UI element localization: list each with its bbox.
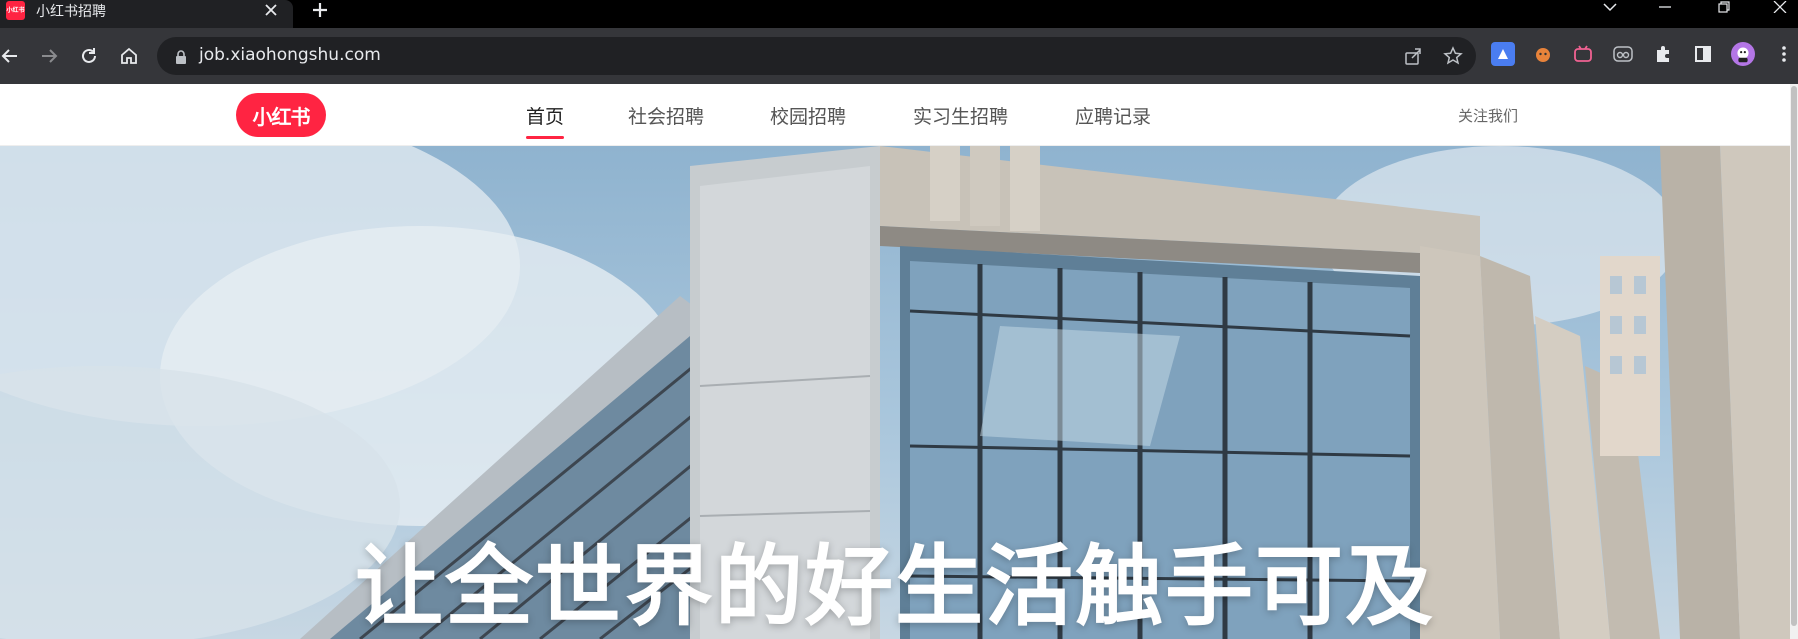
nav-item-label: 首页: [526, 106, 565, 128]
avatar[interactable]: [1731, 42, 1755, 66]
glasses-ext-icon[interactable]: [1611, 42, 1635, 66]
nav-item-application-records[interactable]: 应聘记录: [1075, 102, 1151, 129]
reload-icon[interactable]: [77, 44, 101, 68]
url-text[interactable]: job.xiaohongshu.com: [199, 45, 381, 65]
tab-strip: 小红书 小红书招聘: [0, 0, 1798, 28]
nav-item-campus-recruitment[interactable]: 校园招聘: [770, 102, 846, 129]
bilibili-ext-icon[interactable]: [1571, 42, 1595, 66]
minimize-icon[interactable]: [1651, 0, 1679, 14]
browser-toolbar: job.xiaohongshu.com: [0, 28, 1798, 84]
site-header: 小红书 首页 社会招聘 校园招聘 实习生招聘 应聘记录 关注我们: [0, 84, 1790, 146]
address-bar[interactable]: job.xiaohongshu.com: [157, 37, 1476, 75]
tab-title: 小红书招聘: [36, 4, 106, 20]
tab-close-icon[interactable]: [261, 0, 281, 20]
browser-tab[interactable]: 小红书 小红书招聘: [0, 0, 293, 28]
close-icon[interactable]: [1766, 0, 1794, 14]
hero-title: 让全世界的好生活触手可及: [354, 535, 1435, 638]
back-icon[interactable]: [0, 44, 22, 68]
new-tab-icon[interactable]: [308, 0, 332, 20]
nav-item-intern-recruitment[interactable]: 实习生招聘: [913, 102, 1008, 129]
page-scrollbar[interactable]: [1790, 84, 1798, 639]
share-icon[interactable]: [1402, 45, 1424, 67]
bookmark-star-icon[interactable]: [1442, 45, 1464, 67]
restore-icon[interactable]: [1710, 0, 1738, 14]
fox-ext-icon[interactable]: [1531, 42, 1555, 66]
hero-banner: 让全世界的好生活触手可及: [0, 146, 1790, 639]
scrollbar-thumb[interactable]: [1791, 86, 1797, 626]
chevron-down-icon[interactable]: [1596, 0, 1624, 14]
lock-icon[interactable]: [174, 49, 188, 64]
follow-us-link[interactable]: 关注我们: [1458, 105, 1518, 126]
favicon-icon: 小红书: [6, 1, 25, 20]
kebab-menu-icon[interactable]: [1772, 42, 1796, 66]
puzzle-icon[interactable]: [1651, 42, 1675, 66]
nav-item-social-recruitment[interactable]: 社会招聘: [628, 102, 704, 129]
site-logo[interactable]: 小红书: [236, 93, 326, 137]
forward-icon[interactable]: [37, 44, 61, 68]
nav-item-home[interactable]: 首页: [526, 102, 565, 139]
active-nav-indicator: [526, 136, 565, 139]
blue-ext-icon[interactable]: [1491, 42, 1515, 66]
home-icon[interactable]: [117, 44, 141, 68]
sidebar-icon[interactable]: [1691, 42, 1715, 66]
